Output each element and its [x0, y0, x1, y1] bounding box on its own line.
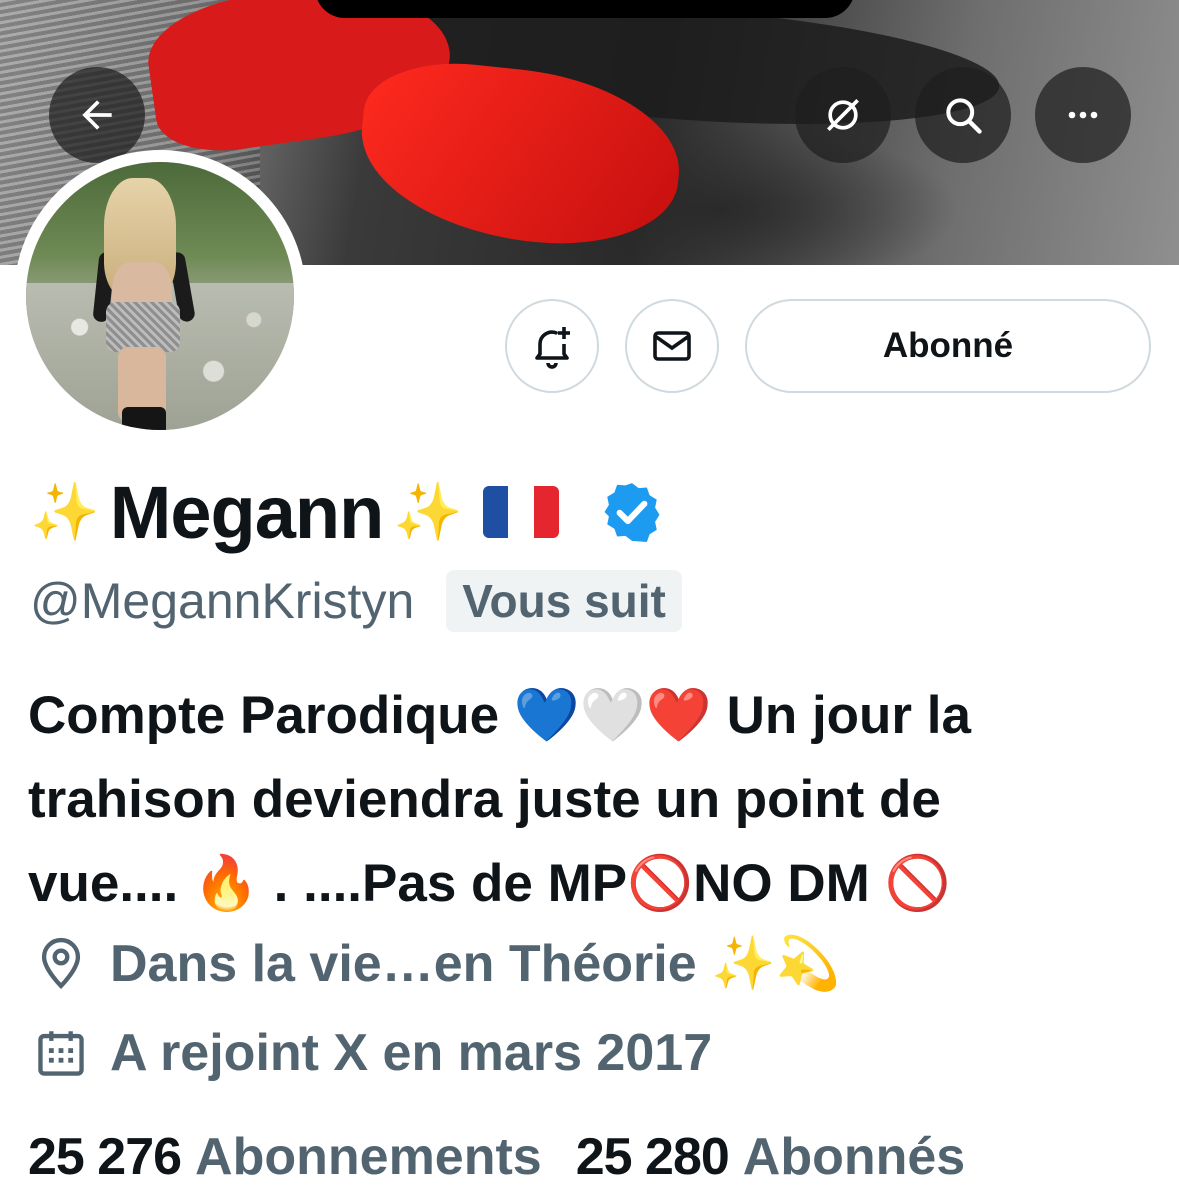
france-flag-icon — [483, 486, 560, 538]
bio-line: trahison deviendra juste un point de — [28, 770, 941, 829]
envelope-icon — [653, 331, 691, 361]
sparkle-emoji: ✨ — [393, 480, 464, 543]
handle-row: @MegannKristyn Vous suit — [30, 568, 682, 634]
message-button[interactable] — [625, 299, 719, 393]
display-name: Megann — [109, 470, 385, 554]
followers-label: Abonnés — [742, 1128, 966, 1186]
more-icon — [1068, 111, 1098, 119]
following-stat-link[interactable]: 25 276 Abonnements — [28, 1127, 542, 1187]
translate-off-button[interactable] — [795, 67, 891, 163]
follows-you-badge: Vous suit — [446, 570, 682, 632]
avatar[interactable] — [14, 150, 306, 442]
arrow-left-icon — [82, 100, 112, 130]
translate-off-icon — [827, 99, 859, 131]
device-notch — [315, 0, 855, 18]
joined-row: A rejoint X en mars 2017 — [32, 1018, 712, 1088]
notify-button[interactable] — [505, 299, 599, 393]
bio-line: Compte Parodique 💙🤍❤️ Un jour la — [28, 686, 971, 745]
calendar-icon — [38, 1031, 84, 1076]
follow-stats: 25 276 Abonnements 25 280 Abonnés — [28, 1124, 965, 1190]
username-handle: @MegannKristyn — [30, 573, 415, 629]
more-button[interactable] — [1035, 67, 1131, 163]
location-row: Dans la vie…en Théorie ✨💫 — [32, 928, 841, 998]
joined-date-text: A rejoint X en mars 2017 — [110, 1024, 713, 1082]
profile-page: Abonné ✨ Megann ✨ @MegannKristyn Vous su… — [0, 0, 1179, 1194]
display-name-row: ✨ Megann ✨ — [30, 470, 665, 554]
following-count: 25 276 — [28, 1128, 182, 1186]
location-text: Dans la vie…en Théorie ✨💫 — [110, 934, 841, 993]
followers-count: 25 280 — [575, 1128, 730, 1186]
location-pin-icon — [41, 937, 81, 990]
search-button[interactable] — [915, 67, 1011, 163]
bio-line: vue.... 🔥 . ....Pas de MP🚫NO DM 🚫 — [28, 854, 951, 913]
followers-stat-link[interactable]: 25 280 Abonnés — [576, 1127, 966, 1187]
profile-bio: Compte Parodique 💙🤍❤️ Un jour la trahiso… — [28, 674, 1158, 926]
search-icon — [946, 98, 982, 134]
following-label: Abonnements — [195, 1128, 542, 1186]
avatar-photo — [26, 162, 294, 430]
verified-badge-icon[interactable] — [599, 479, 665, 545]
back-button[interactable] — [49, 67, 145, 163]
bell-plus-icon — [535, 327, 570, 369]
following-button[interactable]: Abonné — [745, 299, 1151, 393]
sparkle-emoji: ✨ — [30, 480, 100, 543]
